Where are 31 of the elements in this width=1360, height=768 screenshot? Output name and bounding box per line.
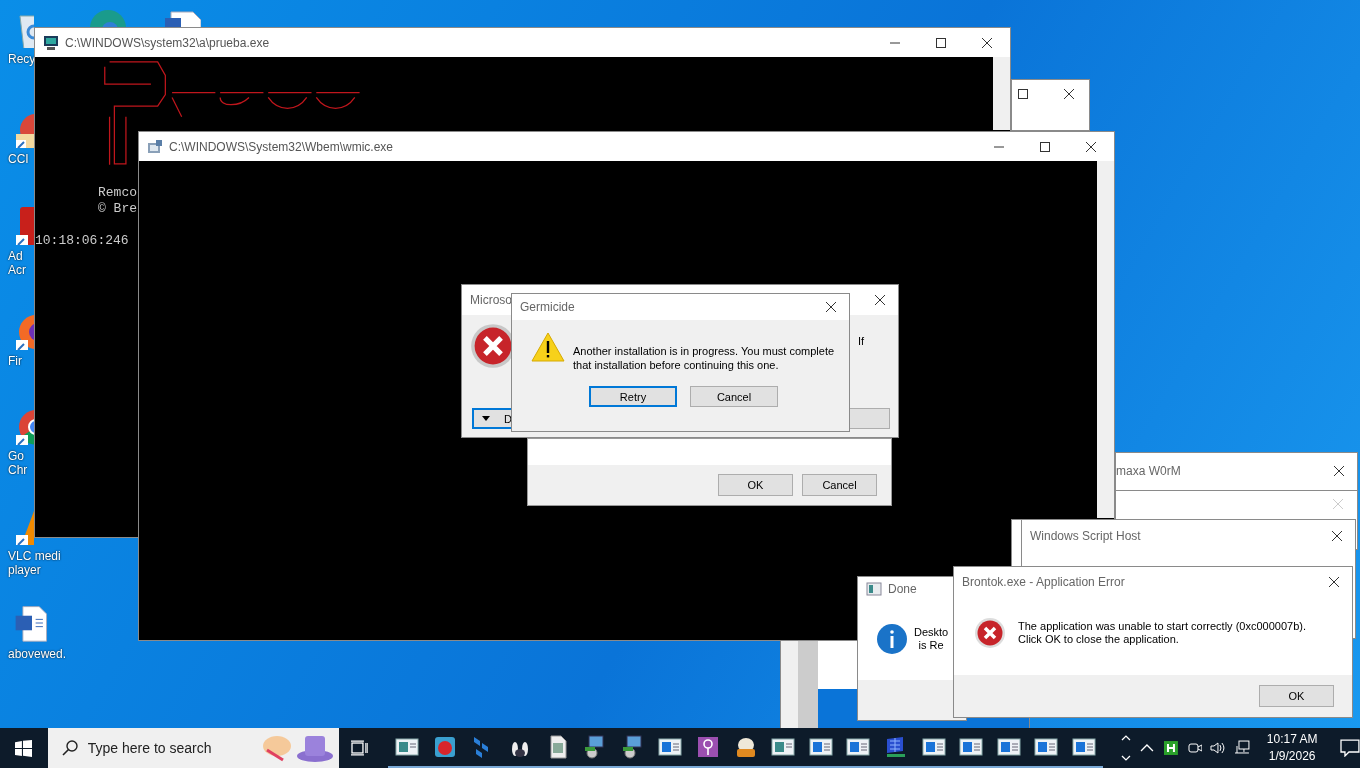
dialog-button[interactable]: Cancel bbox=[802, 474, 877, 496]
desktop-icon-label[interactable]: Ad Acr bbox=[8, 249, 26, 277]
desktop-icon-label[interactable]: Recy bbox=[8, 52, 36, 66]
desktop-icon-label[interactable]: Go Chr bbox=[8, 449, 28, 477]
dialog-button[interactable]: Cancel bbox=[690, 386, 778, 407]
dialog-button[interactable]: Retry bbox=[589, 386, 677, 407]
window-title: maxa W0rM bbox=[1116, 464, 1181, 478]
clock-date[interactable]: 1/9/2026 bbox=[1268, 748, 1316, 765]
window-title: Done bbox=[888, 582, 917, 596]
desktop-icon-label[interactable]: abovewed. bbox=[8, 647, 67, 661]
window-title: Brontok.exe - Application Error bbox=[962, 575, 1125, 589]
clock-time[interactable]: 10:17 AM bbox=[1266, 731, 1318, 748]
desktop-icon-label[interactable]: VLC medi player bbox=[8, 549, 61, 577]
console-text: 10:18:06:246 bbox=[35, 233, 129, 248]
desktop-icon-label[interactable]: Fir bbox=[8, 354, 22, 368]
search-field[interactable]: Type here to search bbox=[47, 728, 339, 768]
search-placeholder: Type here to search bbox=[87, 740, 212, 756]
window-title: Microso bbox=[470, 293, 512, 307]
ok-button[interactable]: OK bbox=[1259, 685, 1334, 707]
dialog-button[interactable]: OK bbox=[718, 474, 793, 496]
window-title: Windows Script Host bbox=[1030, 529, 1141, 543]
console-text: Remco bbox=[98, 185, 137, 201]
window-title: Germicide bbox=[520, 300, 575, 314]
console-text: © Bre bbox=[98, 201, 137, 217]
message-text: Another installation is in progress. You must complete that installation before continuing this one. bbox=[573, 344, 835, 372]
window-title: C:\WINDOWS\System32\Wbem\wmic.exe bbox=[169, 139, 394, 154]
message-text: Deskto is Re bbox=[914, 626, 949, 652]
window-title: C:\WINDOWS\system32\a\prueba.exe bbox=[65, 35, 270, 50]
desktop-icon-label[interactable]: CCI bbox=[8, 152, 29, 166]
message-text: If bbox=[857, 335, 864, 347]
message-text: The application was unable to start correctly (0xc000007b). Click OK to close the application. bbox=[1018, 620, 1307, 646]
